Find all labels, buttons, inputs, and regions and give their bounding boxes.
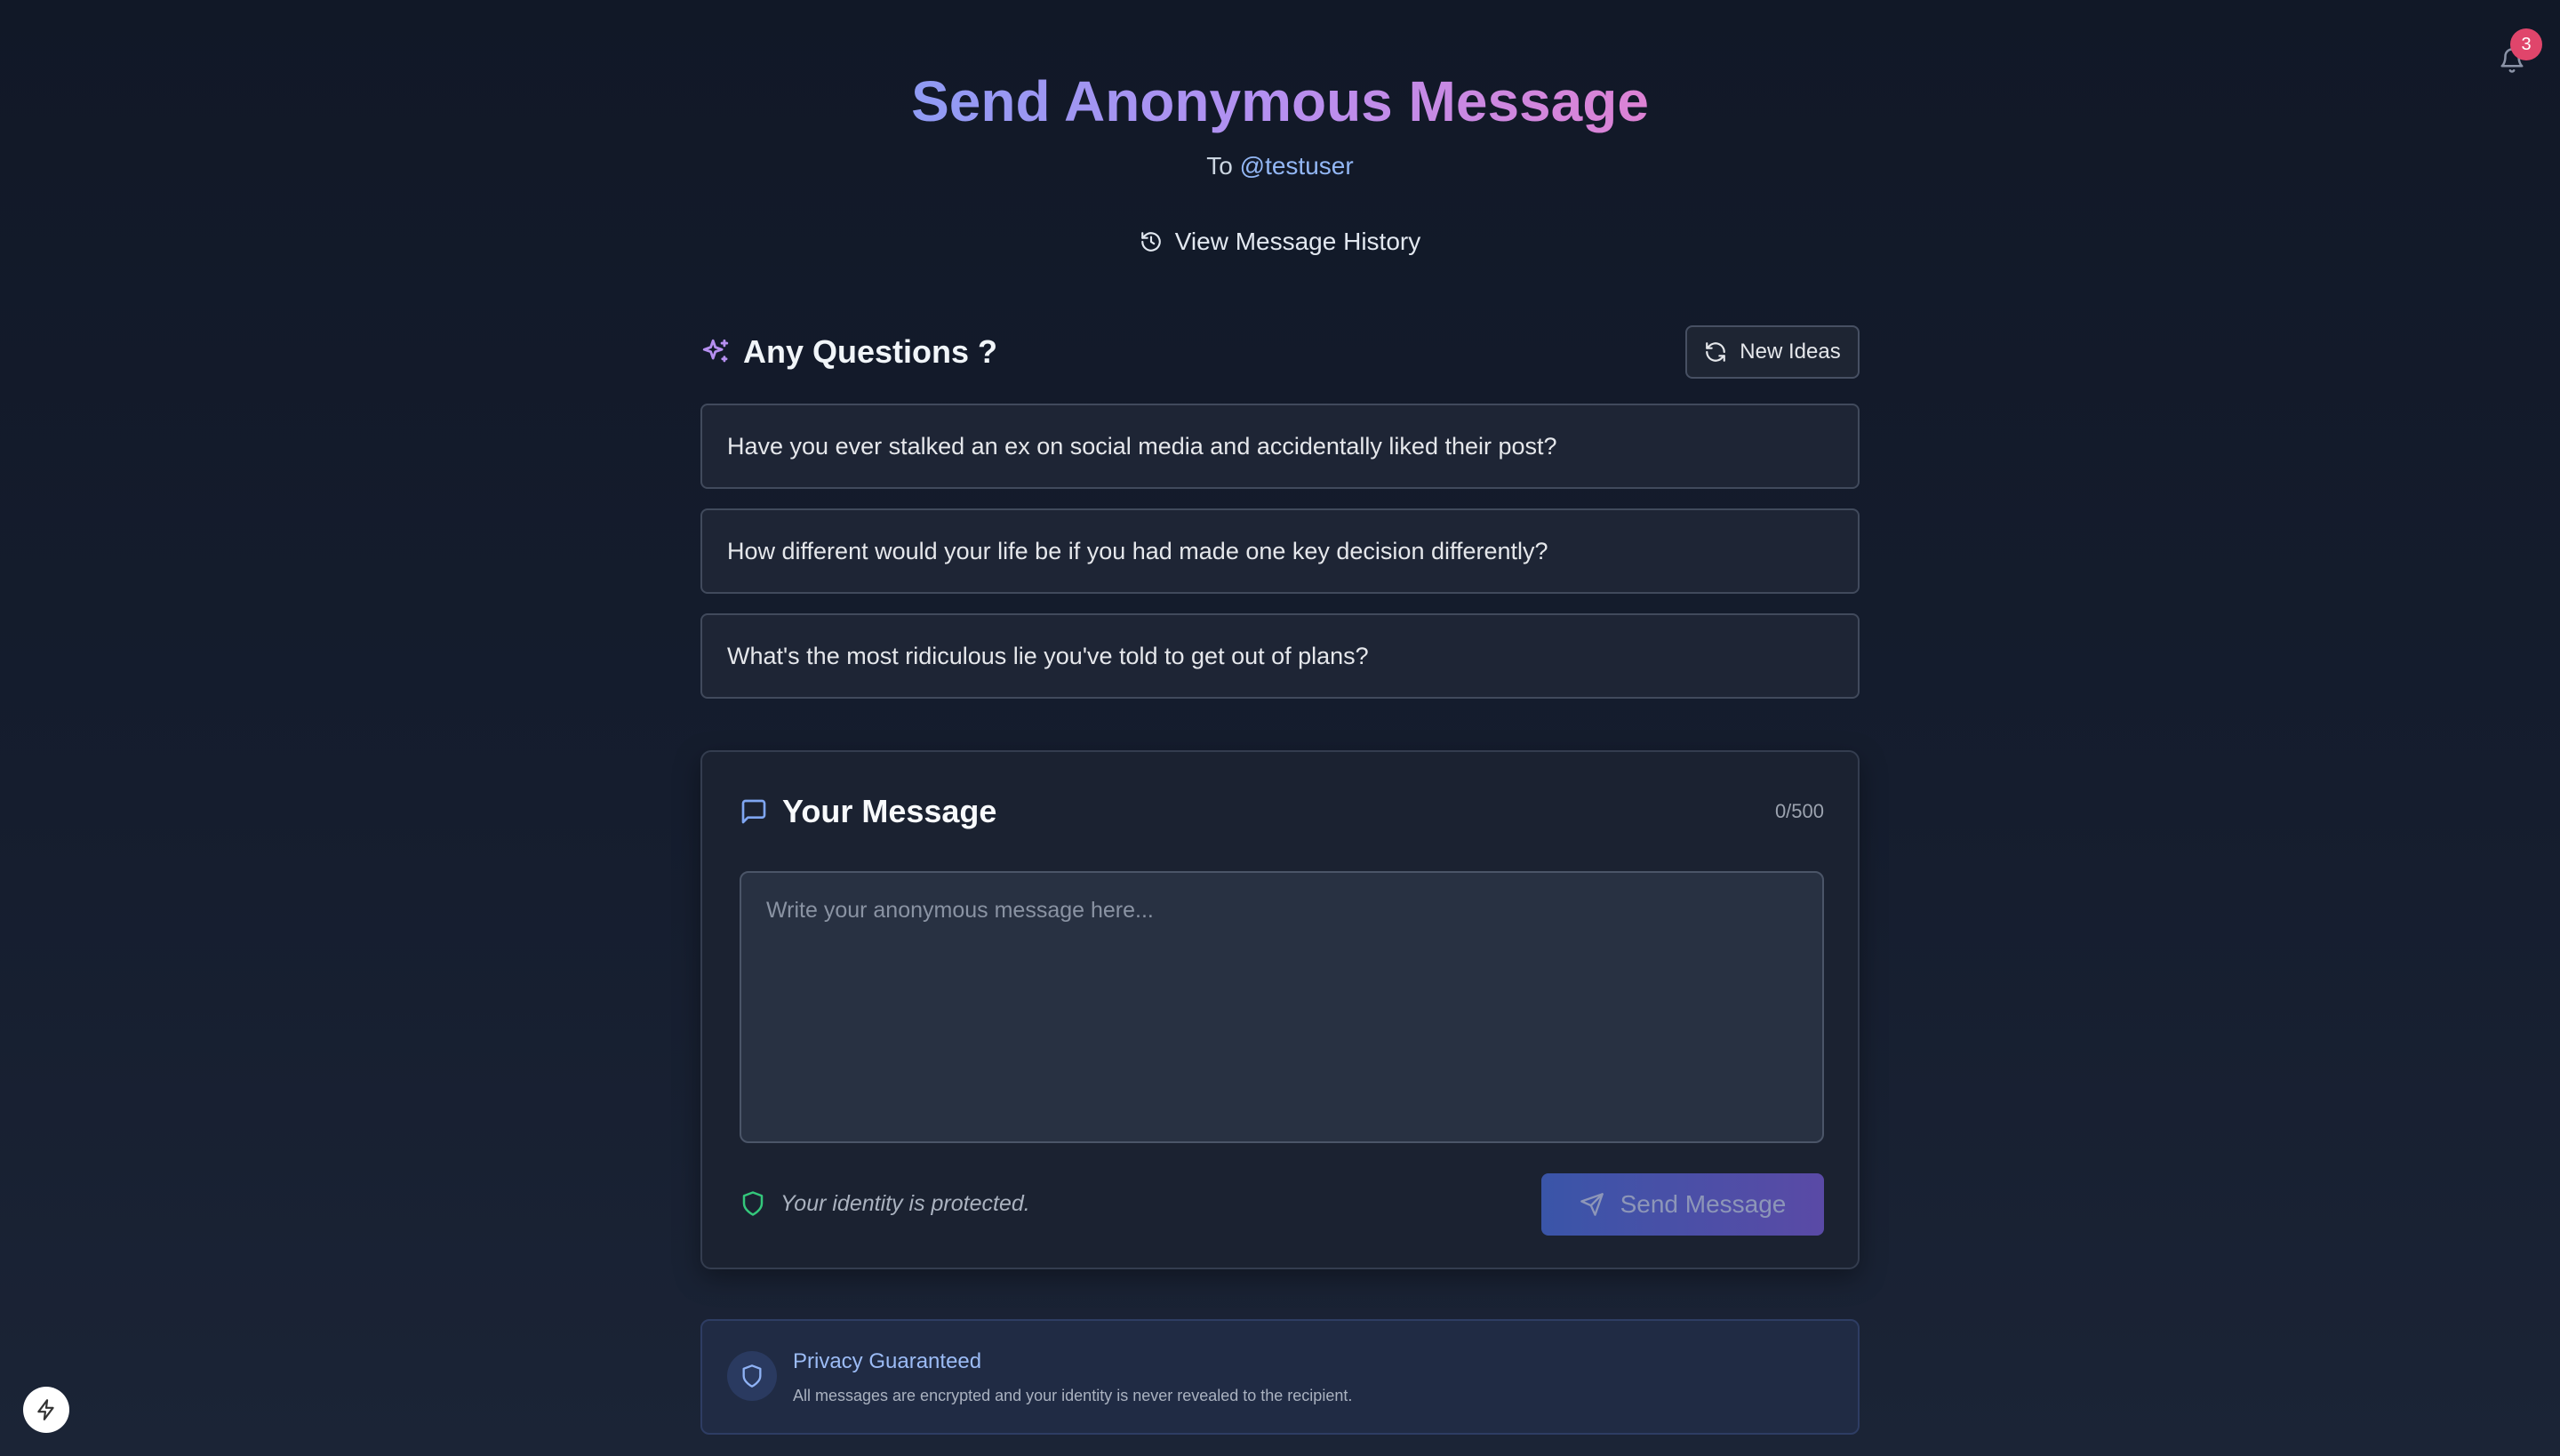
message-card: Your Message 0/500 Your identity is prot… <box>700 750 1860 1269</box>
page: 3 Send Anonymous Message To @testuser Vi… <box>0 0 2560 1456</box>
new-ideas-button[interactable]: New Ideas <box>1685 325 1860 379</box>
page-title: Send Anonymous Message <box>911 69 1649 133</box>
questions-title-text: Any Questions ? <box>743 333 998 370</box>
shield-icon <box>742 1191 764 1216</box>
message-title-text: Your Message <box>782 793 997 829</box>
question-suggestion[interactable]: What's the most ridiculous lie you've to… <box>700 613 1860 699</box>
privacy-shield-badge <box>727 1351 777 1401</box>
notification-count-badge: 3 <box>2510 28 2542 60</box>
question-text: What's the most ridiculous lie you've to… <box>727 642 1369 669</box>
recipient-prefix: To <box>1206 152 1233 180</box>
message-card-header: Your Message 0/500 <box>740 791 1824 832</box>
identity-note: Your identity is protected. <box>740 1186 1030 1221</box>
question-text: How different would your life be if you … <box>727 537 1548 564</box>
view-history-link[interactable]: View Message History <box>0 228 2560 256</box>
new-ideas-label: New Ideas <box>1740 340 1841 364</box>
question-text: Have you ever stalked an ex on social me… <box>727 432 1557 460</box>
message-card-title: Your Message <box>740 793 996 830</box>
questions-title: Any Questions ? <box>700 333 997 371</box>
message-icon <box>741 799 766 824</box>
history-icon <box>1140 232 1161 252</box>
privacy-text: All messages are encrypted and your iden… <box>793 1387 1353 1404</box>
privacy-title: Privacy Guaranteed <box>793 1349 982 1373</box>
recipient-line: To @testuser <box>0 151 2560 181</box>
quick-action-button[interactable] <box>23 1387 69 1433</box>
send-message-label: Send Message <box>1620 1190 1787 1218</box>
character-counter: 0/500 <box>1774 800 1824 822</box>
send-icon <box>1580 1193 1604 1216</box>
question-suggestion[interactable]: How different would your life be if you … <box>700 508 1860 594</box>
refresh-icon <box>1706 342 1726 362</box>
view-history-label: View Message History <box>1174 228 1421 255</box>
send-message-button[interactable]: Send Message <box>1541 1173 1824 1236</box>
questions-header: Any Questions ? New Ideas <box>700 325 1860 379</box>
identity-note-text: Your identity is protected. <box>780 1190 1030 1216</box>
lightning-icon <box>37 1399 54 1420</box>
message-textarea[interactable] <box>740 871 1824 1143</box>
recipient-username: @testuser <box>1239 152 1354 180</box>
sparkles-icon <box>702 339 729 363</box>
question-suggestion[interactable]: Have you ever stalked an ex on social me… <box>700 404 1860 489</box>
shield-icon <box>742 1364 762 1388</box>
privacy-notice: Privacy Guaranteed All messages are encr… <box>700 1319 1860 1435</box>
